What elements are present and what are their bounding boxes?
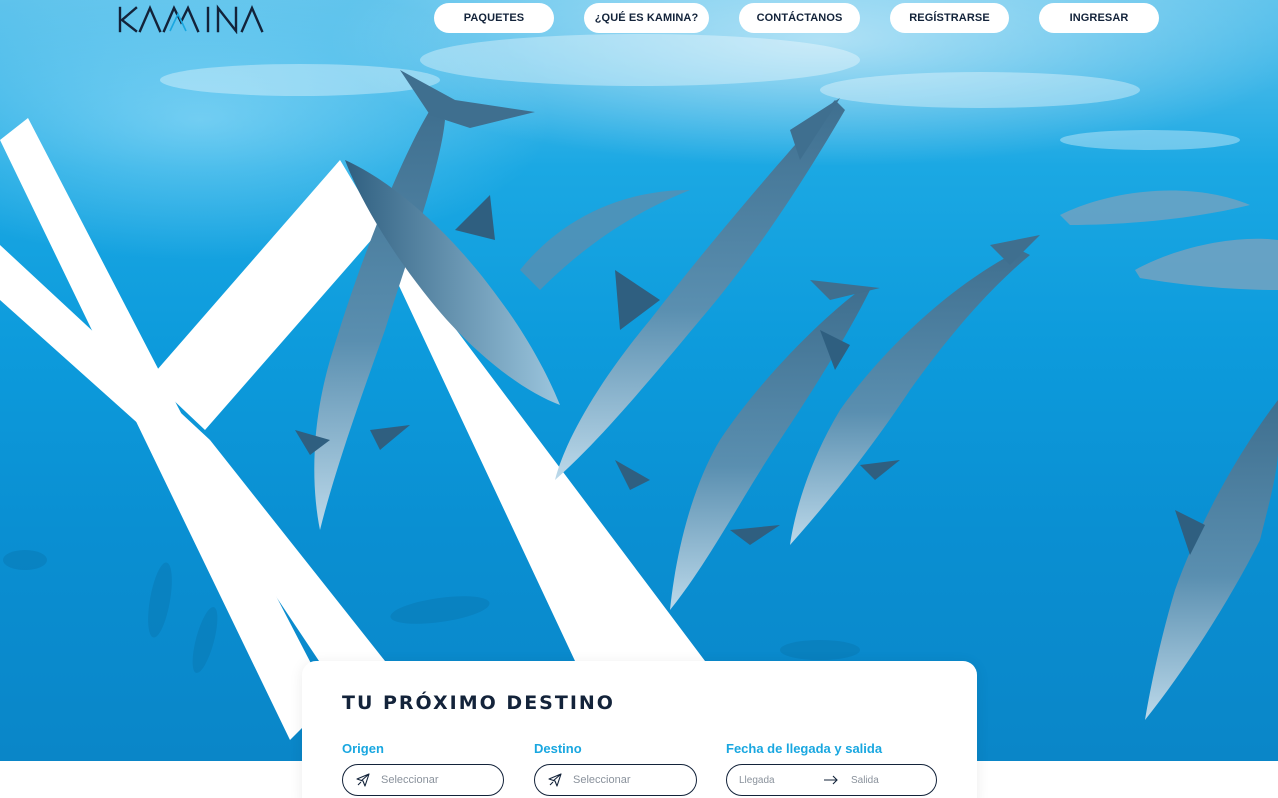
nav-registrarse[interactable]: REGÍSTRARSE [890, 3, 1009, 33]
dates-label: Fecha de llegada y salida [726, 741, 883, 756]
search-title: TU PRÓXIMO DESTINO [342, 692, 615, 714]
origin-input[interactable] [381, 774, 491, 786]
hero-image [0, 34, 1278, 740]
nav-que-es-kamina[interactable]: ¿QUÉ ES KAMINA? [584, 3, 709, 33]
origin-label: Origen [342, 741, 384, 756]
departure-date[interactable]: Salida [851, 775, 879, 786]
date-range-field[interactable]: Llegada Salida [726, 764, 937, 796]
arrow-right-icon [824, 775, 838, 785]
plane-icon [356, 773, 370, 787]
hero-banner [0, 0, 1278, 761]
arrival-date[interactable]: Llegada [739, 775, 823, 786]
nav-paquetes[interactable]: PAQUETES [434, 3, 554, 33]
destination-label: Destino [534, 741, 582, 756]
nav-ingresar[interactable]: INGRESAR [1039, 3, 1159, 33]
nav-contactanos[interactable]: CONTÁCTANOS [739, 3, 860, 33]
search-card: TU PRÓXIMO DESTINO Origen Destino Fecha … [302, 661, 977, 798]
top-nav: PAQUETES ¿QUÉ ES KAMINA? CONTÁCTANOS REG… [0, 3, 1278, 33]
destination-input[interactable] [573, 774, 683, 786]
plane-icon [548, 773, 562, 787]
destination-field[interactable] [534, 764, 697, 796]
origin-field[interactable] [342, 764, 504, 796]
